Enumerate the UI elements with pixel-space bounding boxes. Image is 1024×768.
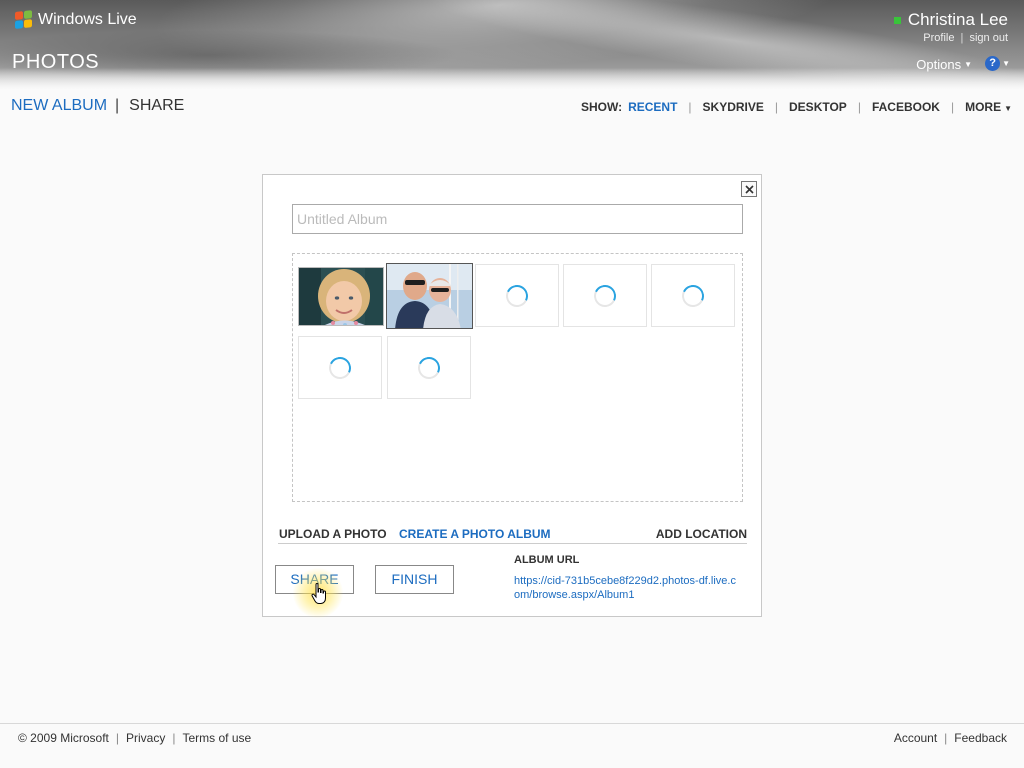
loading-spinner-icon	[502, 281, 532, 311]
help-icon: ?	[985, 56, 1001, 71]
header-banner	[0, 0, 1024, 90]
two-men-boat-image	[387, 264, 472, 328]
sign-out-link[interactable]: sign out	[969, 32, 1008, 44]
filter-separator: |	[688, 100, 692, 114]
photo-drop-area[interactable]	[292, 253, 743, 502]
feedback-link[interactable]: Feedback	[954, 731, 1007, 745]
loading-spinner-icon	[414, 353, 444, 383]
photo-thumbnail-loading	[651, 264, 735, 327]
options-menu[interactable]: Options ▼	[916, 57, 972, 72]
breadcrumb-separator: |	[115, 97, 120, 114]
filter-recent[interactable]: RECENT	[628, 100, 677, 114]
profile-link[interactable]: Profile	[923, 32, 954, 44]
share-link[interactable]: SHARE	[129, 97, 184, 115]
user-name[interactable]: Christina Lee	[908, 10, 1008, 30]
filter-facebook[interactable]: FACEBOOK	[872, 100, 940, 114]
photo-thumbnail-loading	[387, 336, 471, 399]
terms-link[interactable]: Terms of use	[182, 731, 251, 745]
chevron-down-icon: ▼	[1002, 59, 1010, 68]
privacy-link[interactable]: Privacy	[126, 731, 165, 745]
copyright-text: © 2009 Microsoft	[18, 731, 109, 745]
help-menu[interactable]: ? ▼	[985, 56, 1010, 71]
footer-separator: |	[172, 731, 176, 745]
album-title-input[interactable]	[292, 204, 743, 234]
options-label: Options	[916, 57, 962, 72]
page-footer: © 2009 Microsoft | Privacy | Terms of us…	[0, 723, 1024, 768]
footer-separator: |	[115, 731, 120, 745]
link-separator: |	[960, 32, 964, 44]
photo-thumbnail-loading	[475, 264, 559, 327]
show-label: SHOW:	[580, 100, 623, 114]
chevron-down-icon: ▼	[964, 60, 972, 69]
footer-separator: |	[944, 731, 948, 745]
add-location-link[interactable]: ADD LOCATION	[656, 527, 747, 541]
album-breadcrumb: NEW ALBUM | SHARE	[11, 97, 184, 115]
hand-cursor-icon	[311, 583, 326, 604]
app-title[interactable]: PHOTOS	[12, 51, 99, 74]
new-album-link[interactable]: NEW ALBUM	[11, 97, 107, 115]
user-panel: Christina Lee Profile | sign out	[893, 10, 1008, 44]
filter-separator: |	[950, 100, 955, 114]
finish-button[interactable]: FINISH	[375, 565, 454, 594]
photo-thumbnail-girl[interactable]	[298, 267, 384, 326]
loading-spinner-icon	[325, 353, 355, 383]
album-url-label: ALBUM URL	[514, 554, 580, 566]
photo-thumbnail-loading	[298, 336, 382, 399]
upload-photo-link[interactable]: UPLOAD A PHOTO	[279, 527, 387, 541]
windows-flag-icon	[15, 10, 33, 30]
source-filter: SHOW: RECENT | SKYDRIVE | DESKTOP | FACE…	[581, 100, 1012, 114]
filter-separator: |	[774, 100, 779, 114]
girl-portrait-image	[299, 268, 383, 325]
filter-skydrive[interactable]: SKYDRIVE	[703, 100, 764, 114]
create-album-link[interactable]: CREATE A PHOTO ALBUM	[399, 527, 551, 541]
create-album-dialog: UPLOAD A PHOTO CREATE A PHOTO ALBUM ADD …	[262, 174, 762, 617]
more-menu[interactable]: MORE ▼	[965, 100, 1012, 114]
photo-thumbnail-men[interactable]	[386, 263, 473, 329]
more-label: MORE	[965, 100, 1002, 114]
online-status-icon	[893, 16, 901, 24]
close-button[interactable]	[741, 181, 757, 197]
album-url-link[interactable]: https://cid-731b5cebe8f229d2.photos-df.l…	[514, 574, 742, 602]
loading-spinner-icon	[678, 281, 708, 311]
account-link[interactable]: Account	[894, 731, 937, 745]
windows-live-logo[interactable]: Windows Live	[15, 10, 137, 30]
filter-desktop[interactable]: DESKTOP	[789, 100, 847, 114]
dialog-toolbar: UPLOAD A PHOTO CREATE A PHOTO ALBUM ADD …	[278, 520, 747, 544]
photo-thumbnail-loading	[563, 264, 647, 327]
filter-separator: |	[857, 100, 861, 114]
loading-spinner-icon	[590, 281, 620, 311]
brand-name: Windows Live	[38, 11, 137, 28]
close-icon	[745, 185, 754, 194]
chevron-down-icon: ▼	[1004, 104, 1012, 113]
